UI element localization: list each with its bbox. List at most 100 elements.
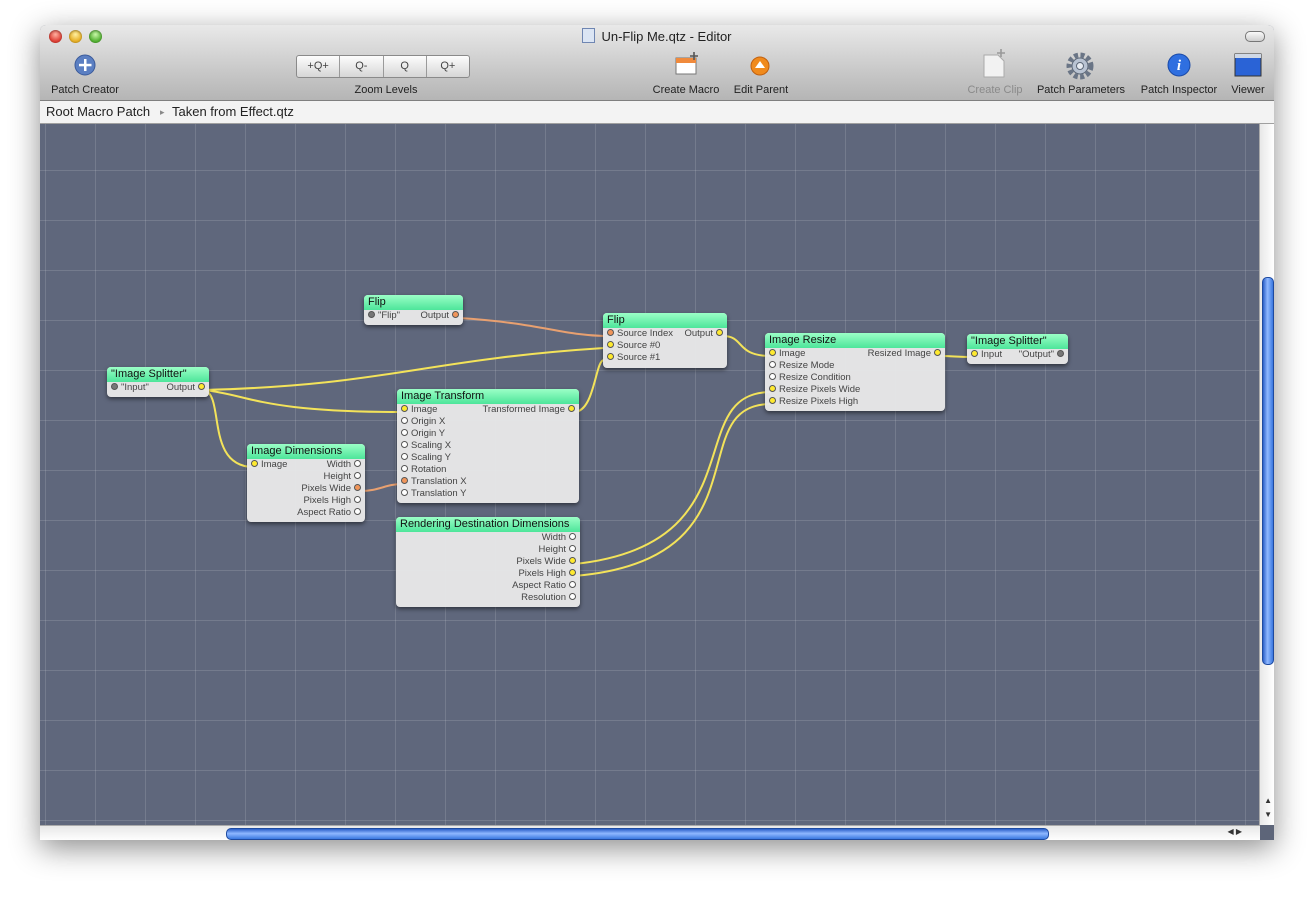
patch-title: Flip	[603, 313, 727, 328]
port-icon[interactable]	[401, 441, 408, 448]
port-icon[interactable]	[607, 341, 614, 348]
port-icon[interactable]	[401, 405, 408, 412]
port-icon[interactable]	[569, 545, 576, 552]
scroll-down-icon[interactable]: ▼	[1264, 810, 1272, 819]
port-label: Aspect Ratio	[512, 580, 566, 591]
scroll-up-icon[interactable]: ▲	[1264, 796, 1272, 805]
port-icon[interactable]	[569, 593, 576, 600]
port-label: Image	[411, 404, 438, 415]
port-icon[interactable]	[401, 417, 408, 424]
port-icon[interactable]	[769, 397, 776, 404]
cable-pixels-wide-resize[interactable]	[573, 391, 772, 565]
port-label: Resize Mode	[779, 360, 835, 371]
port-icon[interactable]	[569, 569, 576, 576]
port-label: "Output"	[1018, 349, 1054, 360]
port-icon[interactable]	[607, 329, 614, 336]
port-icon[interactable]	[769, 373, 776, 380]
port-icon[interactable]	[401, 465, 408, 472]
port-icon[interactable]	[368, 311, 375, 318]
port-label: Pixels Wide	[516, 556, 566, 567]
cable-pixels-high-resize[interactable]	[573, 403, 772, 577]
port-label: Translation Y	[411, 488, 467, 499]
port-icon[interactable]	[569, 533, 576, 540]
port-label: Pixels Wide	[301, 483, 351, 494]
port-label: Pixels High	[303, 495, 351, 506]
port-label: Resolution	[521, 592, 566, 603]
port-icon[interactable]	[934, 349, 941, 356]
port-label: Height	[538, 544, 566, 555]
port-label: Output	[166, 382, 195, 393]
port-label: Resize Condition	[779, 372, 851, 383]
port-icon[interactable]	[354, 472, 361, 479]
patch-title: Image Resize	[765, 333, 945, 348]
port-label: Width	[541, 532, 566, 543]
patch-flip[interactable]: Flip Source Index Output Source #0 Source…	[603, 313, 727, 368]
port-icon[interactable]	[354, 484, 361, 491]
scroll-left-right-icon[interactable]: ◀ ▶	[1227, 827, 1242, 836]
port-label: Translation X	[411, 476, 467, 487]
patch-title: "Image Splitter"	[967, 334, 1068, 349]
port-icon[interactable]	[401, 477, 408, 484]
port-label: Image	[779, 348, 806, 359]
port-icon[interactable]	[251, 460, 258, 467]
port-label: Aspect Ratio	[297, 507, 351, 518]
port-label: Output	[684, 328, 713, 339]
port-icon[interactable]	[716, 329, 723, 336]
port-label: Output	[420, 310, 449, 321]
patch-image-dimensions[interactable]: Image Dimensions Image Width Height Pixel…	[247, 444, 365, 522]
port-icon[interactable]	[971, 350, 978, 357]
patch-title: Flip	[364, 295, 463, 310]
port-label: Height	[323, 471, 351, 482]
port-icon[interactable]	[568, 405, 575, 412]
port-icon[interactable]	[769, 361, 776, 368]
port-icon[interactable]	[354, 460, 361, 467]
port-label: Input	[981, 349, 1003, 360]
cable-splitter-dimensions[interactable]	[203, 389, 254, 468]
port-icon[interactable]	[354, 496, 361, 503]
port-icon[interactable]	[769, 385, 776, 392]
port-label: Source Index	[617, 328, 673, 339]
patch-image-splitter-input[interactable]: "Image Splitter" "Input" Output	[107, 367, 209, 397]
port-label: Origin X	[411, 416, 446, 427]
patch-flip-input[interactable]: Flip "Flip" Output	[364, 295, 463, 325]
patch-rendering-destination-dimensions[interactable]: Rendering Destination Dimensions Width H…	[396, 517, 580, 607]
port-label: Origin Y	[411, 428, 446, 439]
port-label: "Input"	[121, 382, 149, 393]
port-icon[interactable]	[354, 508, 361, 515]
patch-image-splitter-output[interactable]: "Image Splitter" Input "Output"	[967, 334, 1068, 364]
port-label: Source #1	[617, 352, 661, 363]
port-label: Source #0	[617, 340, 661, 351]
port-icon[interactable]	[111, 383, 118, 390]
port-label: Scaling Y	[411, 452, 451, 463]
port-icon[interactable]	[569, 557, 576, 564]
port-icon[interactable]	[198, 383, 205, 390]
port-label: "Flip"	[378, 310, 401, 321]
cable-layer	[203, 317, 974, 577]
vertical-scrollbar[interactable]: ▲ ▼	[1259, 124, 1274, 825]
horizontal-scrollbar[interactable]: ◀ ▶	[40, 825, 1260, 840]
patch-image-transform[interactable]: Image Transform Image Transformed Image O…	[397, 389, 579, 503]
horizontal-scroll-thumb[interactable]	[226, 828, 1049, 840]
editor-window: Un-Flip Me.qtz - Editor Patch Creator +Q…	[40, 25, 1274, 840]
port-icon[interactable]	[452, 311, 459, 318]
port-label: Rotation	[411, 464, 447, 475]
patch-title: Image Transform	[397, 389, 579, 404]
cable-splitter-transform[interactable]	[203, 389, 404, 413]
port-label: Transformed Image	[482, 404, 565, 415]
port-label: Resized Image	[867, 348, 931, 359]
port-icon[interactable]	[1057, 350, 1064, 357]
port-icon[interactable]	[401, 453, 408, 460]
cable-flip-source-index[interactable]	[458, 317, 605, 337]
port-icon[interactable]	[401, 429, 408, 436]
cable-flip-resize[interactable]	[722, 335, 772, 357]
port-icon[interactable]	[769, 349, 776, 356]
port-label: Scaling X	[411, 440, 452, 451]
patch-image-resize[interactable]: Image Resize Image Resized Image Resize M…	[765, 333, 945, 411]
port-icon[interactable]	[607, 353, 614, 360]
port-icon[interactable]	[569, 581, 576, 588]
port-label: Resize Pixels High	[779, 396, 859, 407]
port-label: Width	[326, 459, 351, 470]
vertical-scroll-thumb[interactable]	[1262, 277, 1274, 665]
cable-splitter-source0[interactable]	[203, 347, 605, 391]
port-icon[interactable]	[401, 489, 408, 496]
